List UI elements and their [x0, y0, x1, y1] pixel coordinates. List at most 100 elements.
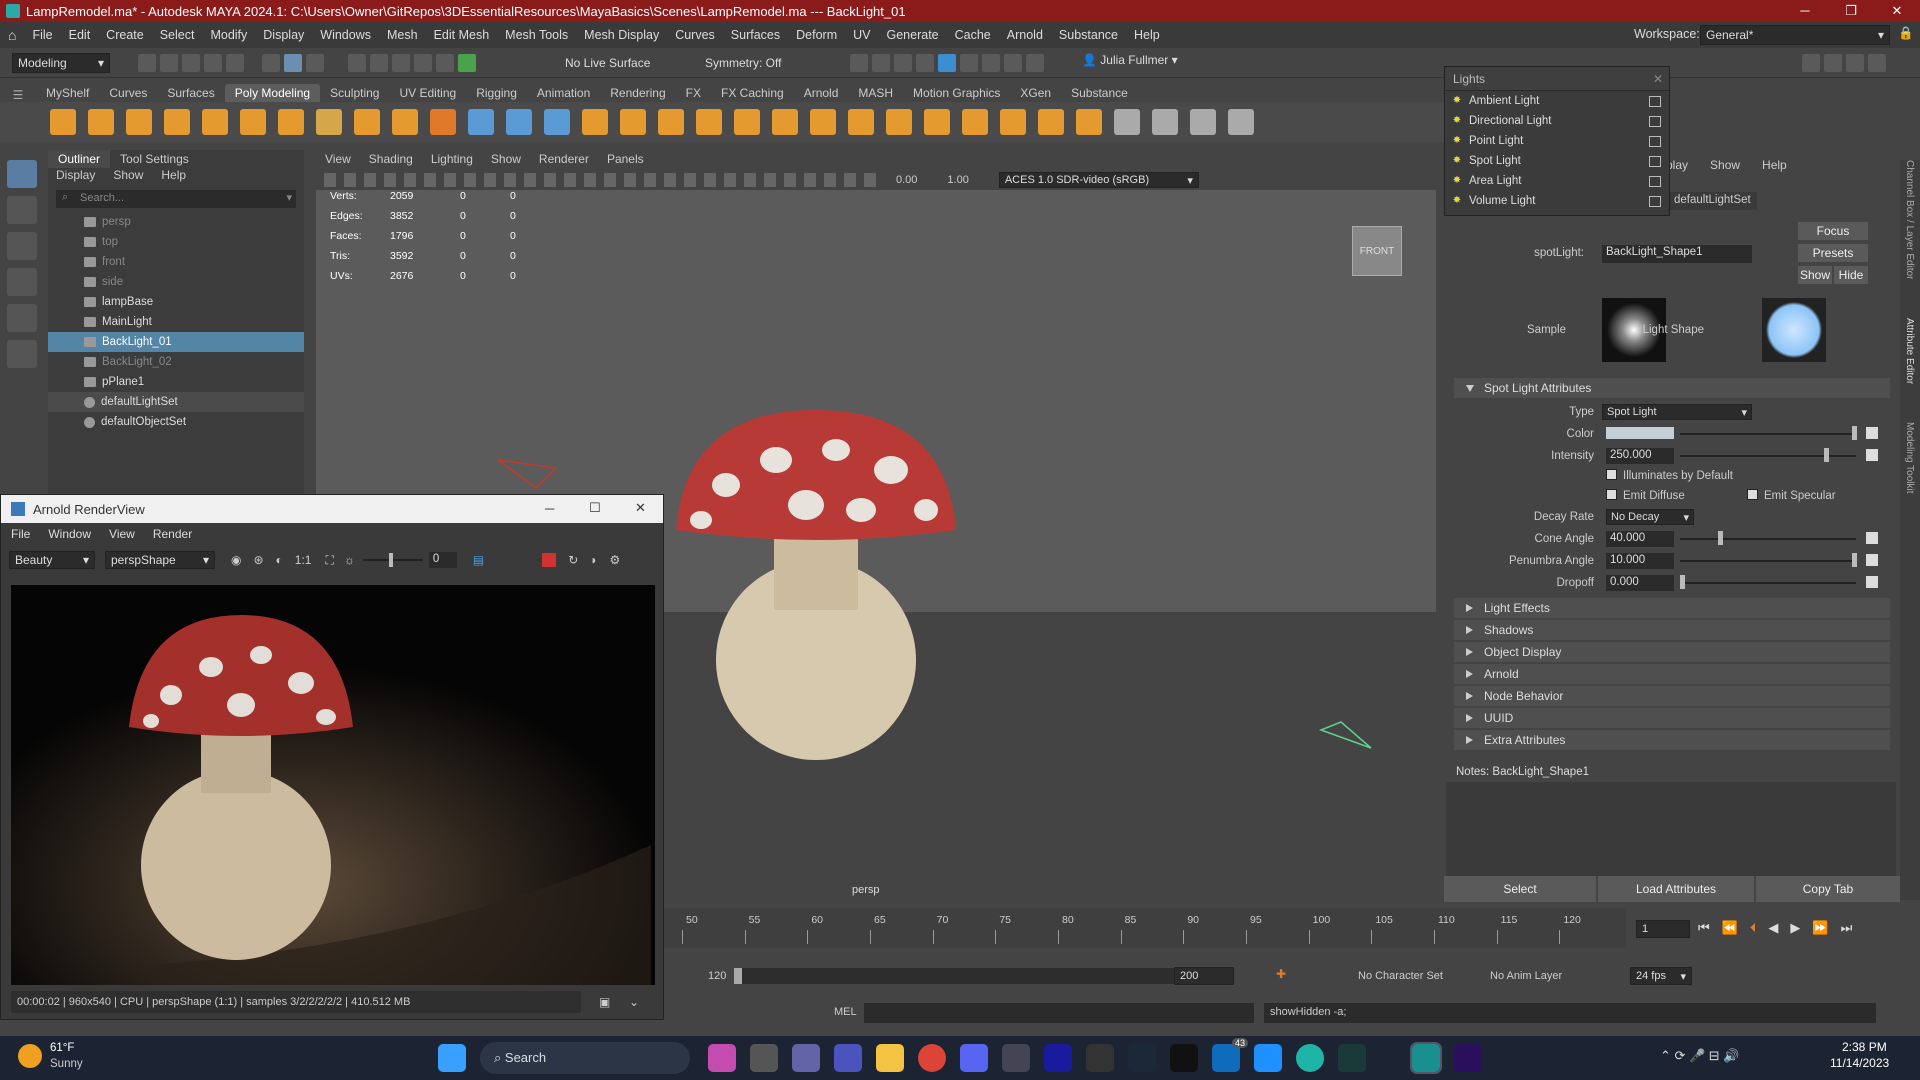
steam-icon[interactable]: [1128, 1044, 1156, 1072]
shelf-tool-icon-26[interactable]: [1000, 109, 1026, 135]
viewport-toolbar-icons[interactable]: [324, 173, 884, 187]
vp-menu-lighting[interactable]: Lighting: [431, 152, 473, 170]
section-spot-light-attributes[interactable]: Spot Light Attributes: [1454, 378, 1890, 398]
light-item-checkbox[interactable]: [1649, 195, 1661, 207]
shelf-tool-icon-18[interactable]: [696, 109, 722, 135]
arnold-render-icon[interactable]: [938, 54, 956, 72]
shelf-tab-motion-graphics[interactable]: Motion Graphics: [903, 84, 1010, 102]
vp-menu-show[interactable]: Show: [491, 152, 521, 170]
copy-tab-button[interactable]: Copy Tab: [1756, 876, 1900, 902]
select-object-icon[interactable]: [284, 54, 302, 72]
undo-icon[interactable]: [204, 54, 222, 72]
light-editor-icon[interactable]: [1004, 54, 1022, 72]
app-icon-2[interactable]: [1296, 1044, 1324, 1072]
menu-windows[interactable]: Windows: [320, 28, 371, 42]
menu-file[interactable]: File: [32, 28, 52, 42]
vp-menu-view[interactable]: View: [325, 152, 351, 170]
range-bar[interactable]: [734, 968, 1234, 984]
outliner-menu-display[interactable]: Display: [56, 168, 95, 186]
tab-modeling-toolkit[interactable]: Modeling Toolkit: [1904, 422, 1915, 494]
range-max-field[interactable]: 200: [1174, 967, 1234, 985]
chrome-icon[interactable]: [918, 1044, 946, 1072]
go-to-end-icon[interactable]: ⏭: [1841, 920, 1853, 936]
penumbra-slider[interactable]: [1680, 560, 1856, 562]
intensity-field[interactable]: 250.000: [1606, 448, 1674, 464]
layout-icon-2[interactable]: [1824, 54, 1842, 72]
cone-angle-field[interactable]: 40.000: [1606, 531, 1674, 547]
hypershade-icon[interactable]: [960, 54, 978, 72]
vp-menu-renderer[interactable]: Renderer: [539, 152, 589, 170]
snapshot-icon[interactable]: ◐: [276, 553, 283, 567]
colorspace-dropdown[interactable]: ACES 1.0 SDR-video (sRGB) ▾: [998, 172, 1199, 188]
layout-icon-1[interactable]: [1802, 54, 1820, 72]
step-forward-icon[interactable]: ⏩: [1812, 920, 1828, 936]
time-slider[interactable]: 50 55 60 65 70 75 80 85 90 95 100 105 110 115 120: [664, 908, 1626, 948]
outliner-item-front[interactable]: front: [48, 252, 304, 272]
penumbra-field[interactable]: 10.000: [1606, 553, 1674, 569]
shelf-tab-surfaces[interactable]: Surfaces: [157, 84, 224, 102]
light-item-point-light[interactable]: ✸ Point Light: [1445, 131, 1669, 151]
shelf-tool-icon-4[interactable]: [164, 109, 190, 135]
show-button[interactable]: Show: [1798, 266, 1832, 284]
maximize-button[interactable]: ❐: [1828, 0, 1874, 22]
menu-curves[interactable]: Curves: [675, 28, 715, 42]
ipr-icon[interactable]: ◗: [590, 553, 597, 567]
rv-menu-render[interactable]: Render: [153, 527, 192, 541]
section-shadows[interactable]: Shadows: [1454, 620, 1890, 640]
decay-rate-dropdown[interactable]: No Decay ▾: [1606, 509, 1694, 525]
shelf-tab-myshelf[interactable]: MyShelf: [36, 84, 99, 102]
aov-dropdown[interactable]: Beauty ▾: [9, 551, 95, 569]
go-to-start-icon[interactable]: ⏮: [1698, 920, 1710, 936]
outliner-item-persp[interactable]: persp: [48, 212, 304, 232]
file-explorer-icon[interactable]: [876, 1044, 904, 1072]
copilot-icon[interactable]: [708, 1044, 736, 1072]
outliner-item-lampbase[interactable]: lampBase: [48, 292, 304, 312]
amazon-music-icon[interactable]: [1044, 1044, 1072, 1072]
vp-menu-shading[interactable]: Shading: [369, 152, 413, 170]
shelf-tool-icon-24[interactable]: [924, 109, 950, 135]
snap-live-icon[interactable]: [458, 54, 476, 72]
rv-maximize-button[interactable]: ☐: [589, 500, 601, 516]
dropoff-field[interactable]: 0.000: [1606, 575, 1674, 591]
range-end-field[interactable]: 120: [708, 970, 726, 982]
shelf-tool-icon-30[interactable]: [1152, 109, 1178, 135]
select-component-icon[interactable]: [306, 54, 324, 72]
paint-select-tool-icon[interactable]: [7, 232, 37, 260]
shelf-tool-icon-5[interactable]: [202, 109, 228, 135]
shelf-tool-icon-17[interactable]: [658, 109, 684, 135]
shelf-tool-icon-13[interactable]: [506, 109, 532, 135]
section-object-display[interactable]: Object Display: [1454, 642, 1890, 662]
menu-uv[interactable]: UV: [853, 28, 870, 42]
close-button[interactable]: ✕: [1874, 0, 1920, 22]
save-image-icon[interactable]: ▣: [599, 995, 610, 1009]
outliner-menu-help[interactable]: Help: [161, 168, 186, 186]
shelf-tool-icon-19[interactable]: [734, 109, 760, 135]
menu-help[interactable]: Help: [1134, 28, 1160, 42]
rotate-tool-icon[interactable]: [7, 304, 37, 332]
mel-input[interactable]: [864, 1003, 1254, 1023]
cone-angle-slider[interactable]: [1680, 538, 1856, 540]
type-dropdown[interactable]: Spot Light ▾: [1602, 404, 1752, 420]
node-name-field[interactable]: BackLight_Shape1: [1602, 245, 1752, 263]
render-history-icon[interactable]: [850, 54, 868, 72]
shelf-tool-icon-23[interactable]: [886, 109, 912, 135]
ae-menu-show[interactable]: Show: [1710, 158, 1740, 172]
light-item-checkbox[interactable]: [1649, 115, 1661, 127]
rv-close-button[interactable]: ✕: [635, 500, 646, 516]
menu-edit[interactable]: Edit: [69, 28, 91, 42]
shelf-tool-icon-15[interactable]: [582, 109, 608, 135]
live-surface-field[interactable]: No Live Surface: [560, 53, 680, 73]
snap-grid-icon[interactable]: [348, 54, 366, 72]
shelf-tab-animation[interactable]: Animation: [527, 84, 600, 102]
taskview-icon[interactable]: [750, 1044, 778, 1072]
shelf-tool-icon-31[interactable]: [1190, 109, 1216, 135]
intensity-slider[interactable]: [1680, 455, 1856, 457]
shelf-tool-icon-21[interactable]: [810, 109, 836, 135]
color-swatch[interactable]: [1606, 427, 1674, 439]
teams-icon[interactable]: [792, 1044, 820, 1072]
shelf-tab-curves[interactable]: Curves: [99, 84, 157, 102]
menu-create[interactable]: Create: [106, 28, 144, 42]
render-setup-icon[interactable]: [982, 54, 1000, 72]
outliner-item-defaultlightset[interactable]: defaultLightSet: [48, 392, 304, 412]
section-extra-attributes[interactable]: Extra Attributes: [1454, 730, 1890, 750]
